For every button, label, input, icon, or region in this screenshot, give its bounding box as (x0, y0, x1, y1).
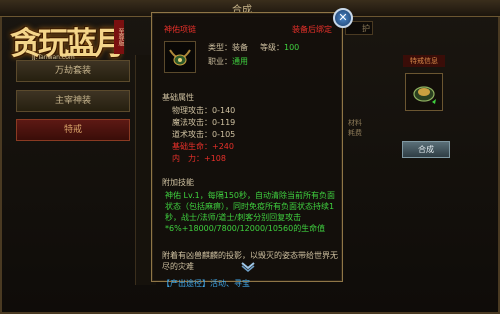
tab-wanjie-set[interactable]: 万劫套装 (16, 60, 130, 82)
level-value: 100 (284, 43, 300, 52)
attr-row: 物理攻击：0-140 (172, 105, 235, 116)
bind-status: 装备后绑定 (292, 25, 332, 34)
attr-value: 0-105 (212, 130, 236, 139)
attr-value: 0-140 (212, 106, 236, 115)
slot-label: 特戒信息 (403, 55, 445, 67)
close-button[interactable]: ✕ (333, 8, 353, 28)
material-label: 材料 (348, 119, 362, 127)
attr-label: 基础生命： (172, 142, 212, 151)
source-row: 【产出途径】活动、寻宝 (162, 278, 250, 289)
cost-label: 耗费 (348, 129, 362, 137)
base-attrs-header: 基础属性 (162, 93, 194, 102)
source-label: 【产出途径】 (162, 279, 210, 288)
item-job: 职业：通用 (208, 56, 248, 67)
attr-value: +240 (212, 142, 234, 151)
close-icon: ✕ (338, 11, 348, 24)
attr-row: 道术攻击：0-105 (172, 129, 235, 140)
item-level: 等级：100 (260, 42, 299, 53)
type-label: 类型： (208, 43, 232, 52)
source-value: 活动、寻宝 (210, 279, 250, 288)
result-slot[interactable] (405, 73, 443, 111)
attr-label: 道术攻击： (172, 130, 212, 139)
attr-row: 魔法攻击：0-119 (172, 117, 235, 128)
tab-zhuzai-set[interactable]: 主宰神装 (16, 90, 130, 112)
item-slot (164, 41, 196, 73)
type-value: 装备 (232, 43, 248, 52)
tab-special-ring[interactable]: 特戒 (16, 119, 130, 141)
skill-description: 神佑 Lv.1，每隔150秒，自动清除当前所有负面状态（包括麻痹），同时免疫所有… (165, 191, 336, 233)
ring-icon (413, 86, 436, 104)
level-label: 等级： (260, 43, 284, 52)
necklace-icon (169, 49, 191, 66)
attr-label: 内 力： (172, 154, 204, 163)
attr-value: +108 (204, 154, 226, 163)
item-type: 类型：装备 (208, 42, 248, 53)
job-value: 通用 (232, 57, 248, 66)
item-tooltip: 神佑项链 装备后绑定 类型：装备 等级：100 职业：通用 基础属性 物理攻击：… (151, 12, 343, 288)
item-name: 神佑项链 (164, 25, 196, 34)
attr-row: 内 力：+108 (172, 153, 226, 164)
logo-seal: 至尊版 (114, 20, 124, 54)
skill-header: 附加技能 (162, 178, 194, 187)
synthesize-button[interactable]: 合成 (402, 141, 450, 158)
game-logo: 贪玩蓝月 至尊版 JJ.Tanwan.com (10, 18, 128, 64)
chevron-down-icon[interactable] (240, 262, 256, 272)
attr-row: 基础生命：+240 (172, 141, 234, 152)
job-label: 职业： (208, 57, 232, 66)
attr-value: 0-119 (212, 118, 236, 127)
attr-label: 魔法攻击： (172, 118, 212, 127)
attr-label: 物理攻击： (172, 106, 212, 115)
